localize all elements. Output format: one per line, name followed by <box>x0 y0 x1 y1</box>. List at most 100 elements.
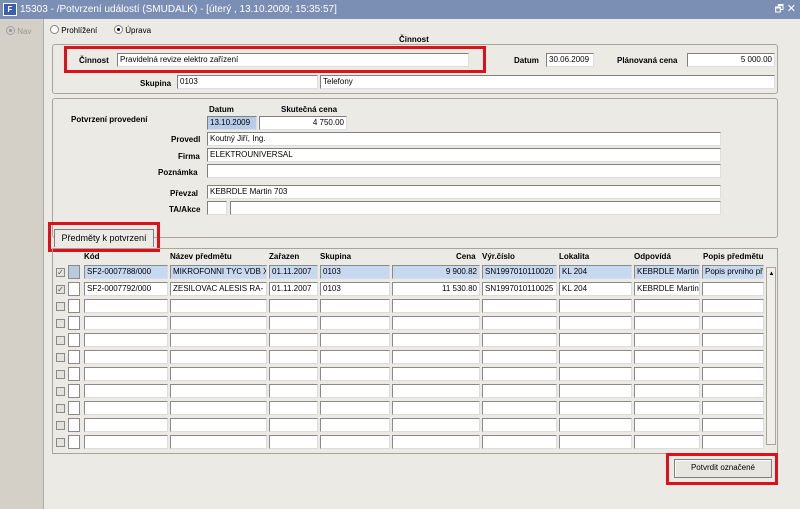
skupina-name-field[interactable]: Telefony <box>320 75 775 89</box>
empty-cell[interactable] <box>269 435 318 449</box>
empty-cell[interactable] <box>320 435 390 449</box>
empty-cell[interactable] <box>392 333 480 347</box>
empty-cell[interactable] <box>634 367 700 381</box>
row-indicator[interactable] <box>68 299 80 313</box>
ta-akce-field-1[interactable] <box>207 201 227 215</box>
empty-cell[interactable] <box>269 350 318 364</box>
cell-skupina[interactable]: 0103 <box>320 265 390 279</box>
row-checkbox[interactable] <box>56 353 65 362</box>
firma-field[interactable]: ELEKTROUNIVERSAL <box>207 148 721 162</box>
empty-cell[interactable] <box>84 367 168 381</box>
empty-cell[interactable] <box>170 333 267 347</box>
cell-nazev[interactable]: MIKROFONNI TYC VDB X <box>170 265 267 279</box>
empty-cell[interactable] <box>320 384 390 398</box>
empty-cell[interactable] <box>392 299 480 313</box>
empty-cell[interactable] <box>559 299 632 313</box>
nav-radio[interactable]: Nav <box>6 26 31 36</box>
cell-cena[interactable]: 11 530.80 <box>392 282 480 296</box>
empty-cell[interactable] <box>482 367 557 381</box>
row-checkbox[interactable] <box>56 319 65 328</box>
empty-cell[interactable] <box>320 333 390 347</box>
empty-cell[interactable] <box>634 350 700 364</box>
row-indicator[interactable] <box>68 367 80 381</box>
empty-cell[interactable] <box>392 384 480 398</box>
empty-cell[interactable] <box>320 418 390 432</box>
cell-kod[interactable]: SF2-0007792/000 <box>84 282 168 296</box>
cell-odpovida[interactable]: KEBRDLE Martin <box>634 265 700 279</box>
table-scrollbar[interactable]: ▲ <box>766 267 776 445</box>
row-checkbox[interactable] <box>56 421 65 430</box>
empty-cell[interactable] <box>634 401 700 415</box>
empty-cell[interactable] <box>84 435 168 449</box>
row-indicator[interactable] <box>68 435 80 449</box>
empty-cell[interactable] <box>392 350 480 364</box>
empty-cell[interactable] <box>392 435 480 449</box>
cell-vyr-cislo[interactable]: SN1997010110020 <box>482 265 557 279</box>
empty-cell[interactable] <box>170 316 267 330</box>
empty-cell[interactable] <box>269 299 318 313</box>
row-indicator[interactable] <box>68 316 80 330</box>
row-checkbox[interactable] <box>56 404 65 413</box>
empty-cell[interactable] <box>702 316 764 330</box>
empty-cell[interactable] <box>170 435 267 449</box>
skupina-code-field[interactable]: 0103 <box>177 75 318 89</box>
empty-cell[interactable] <box>269 367 318 381</box>
cell-popis[interactable] <box>702 282 764 296</box>
empty-cell[interactable] <box>320 401 390 415</box>
empty-cell[interactable] <box>482 333 557 347</box>
empty-cell[interactable] <box>702 435 764 449</box>
empty-cell[interactable] <box>170 401 267 415</box>
empty-cell[interactable] <box>170 418 267 432</box>
empty-cell[interactable] <box>482 435 557 449</box>
cell-nazev[interactable]: ZESILOVAC ALESIS RA- <box>170 282 267 296</box>
confirm-datum-field[interactable]: 13.10.2009 <box>207 116 257 130</box>
empty-cell[interactable] <box>634 299 700 313</box>
empty-cell[interactable] <box>482 384 557 398</box>
empty-cell[interactable] <box>269 401 318 415</box>
empty-cell[interactable] <box>84 316 168 330</box>
empty-cell[interactable] <box>702 384 764 398</box>
empty-cell[interactable] <box>84 384 168 398</box>
empty-cell[interactable] <box>559 418 632 432</box>
row-indicator[interactable] <box>68 265 80 279</box>
empty-cell[interactable] <box>702 350 764 364</box>
cell-odpovida[interactable]: KEBRDLE Martin <box>634 282 700 296</box>
empty-cell[interactable] <box>702 401 764 415</box>
empty-cell[interactable] <box>392 418 480 432</box>
row-indicator[interactable] <box>68 384 80 398</box>
empty-cell[interactable] <box>320 299 390 313</box>
close-window-icon[interactable]: ✕ <box>787 0 796 19</box>
empty-cell[interactable] <box>482 316 557 330</box>
cell-popis[interactable]: Popis prvniho př <box>702 265 764 279</box>
provedl-field[interactable]: Koutný Jiří, Ing. <box>207 132 721 146</box>
empty-cell[interactable] <box>559 333 632 347</box>
empty-cell[interactable] <box>634 384 700 398</box>
empty-cell[interactable] <box>559 316 632 330</box>
cell-zarazen[interactable]: 01.11.2007 <box>269 282 318 296</box>
mode-edit-radio[interactable]: Úprava <box>114 25 151 35</box>
empty-cell[interactable] <box>634 316 700 330</box>
cell-kod[interactable]: SF2-0007788/000 <box>84 265 168 279</box>
empty-cell[interactable] <box>84 299 168 313</box>
empty-cell[interactable] <box>269 384 318 398</box>
empty-cell[interactable] <box>170 299 267 313</box>
row-indicator[interactable] <box>68 333 80 347</box>
empty-cell[interactable] <box>170 384 267 398</box>
row-indicator[interactable] <box>68 350 80 364</box>
empty-cell[interactable] <box>269 316 318 330</box>
empty-cell[interactable] <box>392 367 480 381</box>
empty-cell[interactable] <box>702 418 764 432</box>
empty-cell[interactable] <box>320 367 390 381</box>
empty-cell[interactable] <box>559 384 632 398</box>
cell-zarazen[interactable]: 01.11.2007 <box>269 265 318 279</box>
row-checkbox[interactable] <box>56 336 65 345</box>
empty-cell[interactable] <box>702 333 764 347</box>
empty-cell[interactable] <box>170 367 267 381</box>
empty-cell[interactable] <box>84 418 168 432</box>
row-checkbox[interactable] <box>56 370 65 379</box>
empty-cell[interactable] <box>559 367 632 381</box>
row-checkbox[interactable]: ✓ <box>56 268 65 277</box>
empty-cell[interactable] <box>634 333 700 347</box>
poznamka-field[interactable] <box>207 164 721 178</box>
empty-cell[interactable] <box>84 350 168 364</box>
